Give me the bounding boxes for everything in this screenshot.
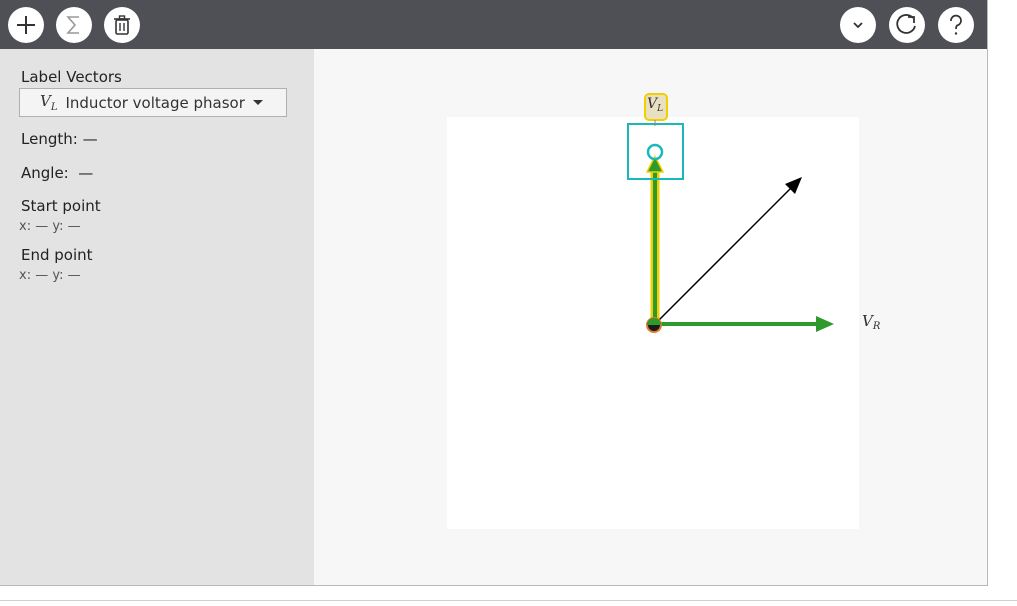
vector-vr[interactable] [654,316,834,332]
vector-vl[interactable] [645,154,665,324]
bottom-divider [0,600,1017,601]
phasor-app: Label Vectors VL Inductor voltage phasor… [0,0,988,586]
vector-vr-arrowhead [816,316,834,332]
vector-vr-label: VR [862,312,881,332]
vector-black[interactable] [653,177,802,326]
vector-black-line[interactable] [653,184,795,326]
vector-layer: VR VL [627,93,881,333]
vector-vl-tip-handle[interactable] [646,143,664,161]
